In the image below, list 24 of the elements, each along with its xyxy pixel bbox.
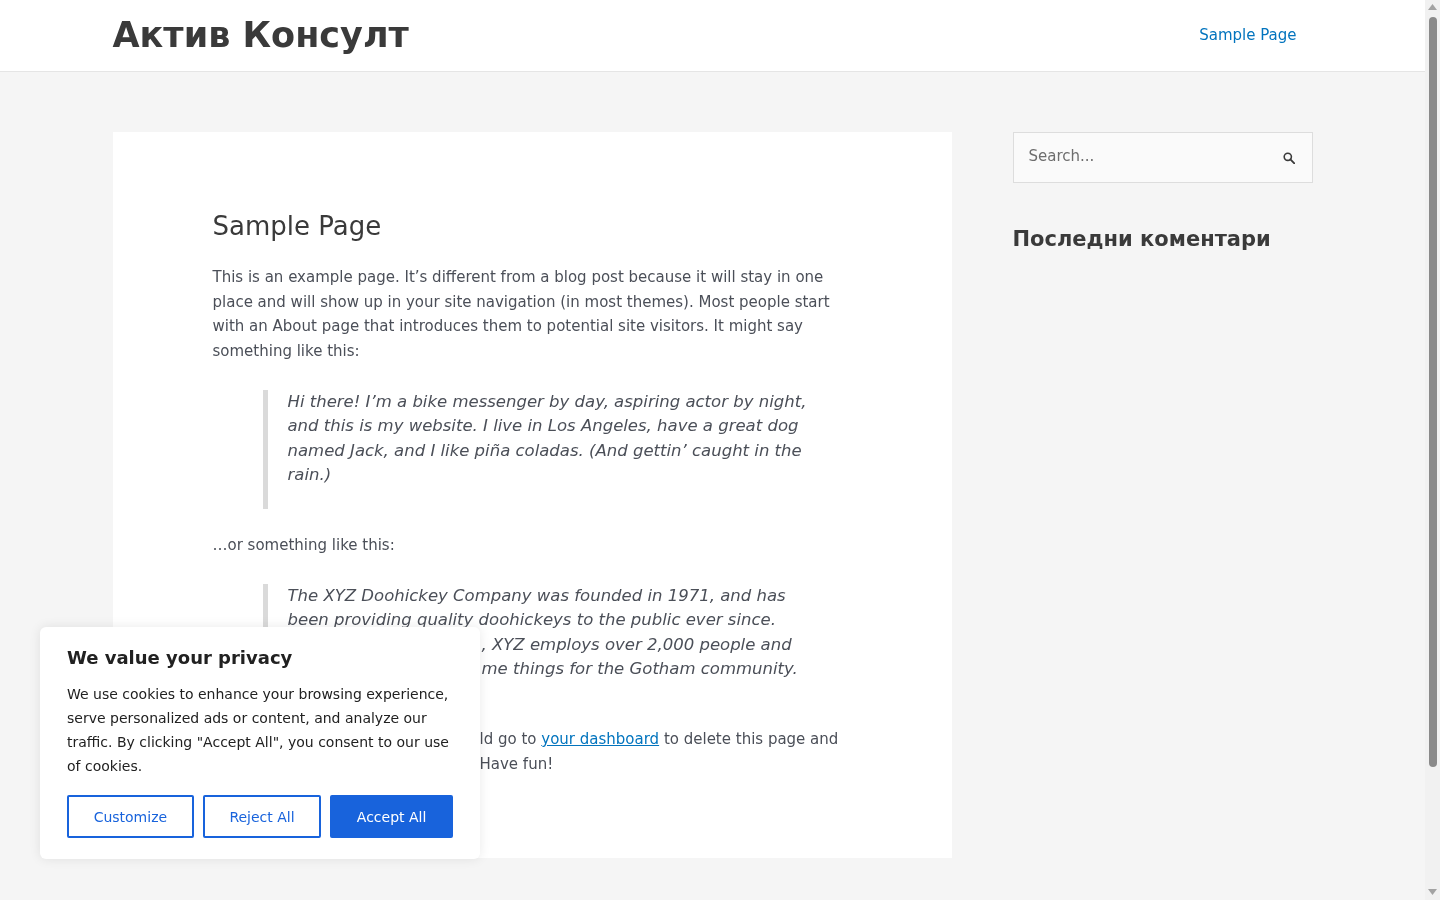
accept-button[interactable]: Accept All xyxy=(330,795,453,838)
quote-text: The XYZ Doohickey Company was founded in 1971, and has been providing quality doohickeys to the public ever since. xyxy=(287,584,787,632)
paragraph-text: Have fun! xyxy=(479,753,554,775)
dashboard-link[interactable]: your dashboard xyxy=(541,729,660,748)
quote-text: , XYZ employs over 2,000 people and xyxy=(481,633,792,656)
nav-link[interactable]: Sample Page xyxy=(1183,24,1313,47)
search-icon[interactable] xyxy=(1282,152,1295,164)
quote-text: me things for the Gotham community. xyxy=(481,658,798,681)
scrollbar-thumb[interactable] xyxy=(1428,17,1437,767)
paragraph-text: …or something like this: xyxy=(212,534,396,556)
paragraph-text: This is an example page. It’s different from a blog post because it will stay in one place and will show up in your site navigation (in most themes). Most people start with an About page that introduces them to potential site visitors. It might say something like this: xyxy=(212,267,831,362)
site-title[interactable]: Актив Консулт xyxy=(112,14,409,56)
option-button[interactable]: Customize xyxy=(67,795,194,838)
banner-title: We value your privacy xyxy=(67,647,294,669)
scrollbar[interactable] xyxy=(1425,0,1440,900)
banner-text: We use cookies to enhance your browsing experience, serve personalized ads or content, and analyze our traffic. By clicking "Accept All", you consent to our use of cookies. xyxy=(67,685,450,776)
page-title: Sample Page xyxy=(212,211,383,243)
scroll-down-icon[interactable] xyxy=(1428,889,1437,895)
scroll-up-icon[interactable] xyxy=(1428,4,1437,10)
quote-text: Hi there! I’m a bike messenger by day, aspiring actor by night, and this is my website. I live in Los Angeles, have a great dog named Jack, and I like piña coladas. (And gettin’ caught in the rain.) xyxy=(287,390,808,487)
option-button[interactable]: Reject All xyxy=(202,795,322,838)
widget-title: Последни коментари xyxy=(1012,227,1272,253)
paragraph-text: ld go to your dashboard to delete this page and xyxy=(479,728,839,750)
search-field[interactable]: Search... xyxy=(1012,132,1313,183)
